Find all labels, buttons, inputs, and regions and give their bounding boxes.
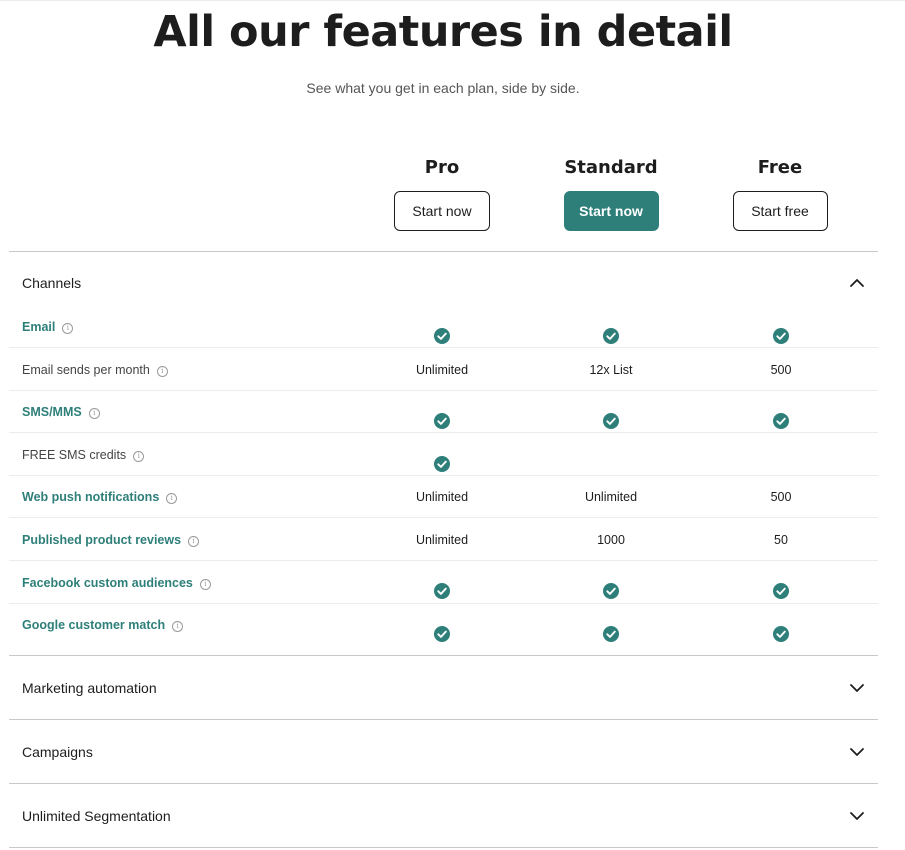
- section-title: Campaigns: [22, 744, 93, 760]
- section-title: Unlimited Segmentation: [22, 808, 171, 824]
- feature-value: Unlimited: [584, 490, 638, 505]
- feature-value: 500: [770, 490, 792, 505]
- divider: [9, 719, 878, 720]
- check-circle-icon: [773, 319, 789, 344]
- feature-name: FREE SMS credits i: [22, 447, 145, 463]
- divider: [9, 655, 878, 656]
- feature-row: Email i: [9, 306, 878, 348]
- feature-row: Email sends per month i Unlimited 12x List 5…: [9, 349, 878, 391]
- feature-row: Published product reviews i Unlimited 1000 5…: [9, 519, 878, 561]
- check-circle-icon: [434, 319, 450, 344]
- check-circle-icon: [603, 574, 619, 600]
- plan-column-free: Free Start free: [695, 156, 865, 231]
- feature-value: [357, 562, 527, 604]
- feature-label[interactable]: Facebook custom audiences: [22, 576, 193, 590]
- feature-row: Facebook custom audiences i: [9, 562, 878, 604]
- feature-label[interactable]: SMS/MMS: [22, 405, 82, 419]
- feature-value: [696, 562, 866, 604]
- check-circle-icon: [773, 404, 789, 429]
- divider: [9, 251, 878, 252]
- feature-value: Unlimited: [415, 362, 469, 377]
- feature-name: SMS/MMS i: [22, 404, 100, 420]
- info-icon[interactable]: i: [88, 408, 100, 420]
- feature-value: Unlimited: [415, 490, 469, 505]
- feature-label[interactable]: Google customer match: [22, 618, 165, 632]
- feature-label[interactable]: Web push notifications: [22, 490, 159, 504]
- feature-value: 1000: [597, 533, 625, 547]
- plan-name: Free: [757, 157, 803, 178]
- plan-column-standard: Standard Start now: [526, 156, 696, 231]
- section-header-unlimited-segmentation[interactable]: Unlimited Segmentation: [9, 796, 878, 836]
- feature-value: [357, 306, 527, 348]
- info-icon[interactable]: i: [188, 536, 200, 547]
- info-icon[interactable]: i: [156, 365, 168, 377]
- feature-name: Facebook custom audiences i: [22, 575, 211, 591]
- section-title: Channels: [22, 275, 82, 291]
- check-circle-icon: [434, 617, 450, 642]
- feature-value: [357, 391, 527, 433]
- feature-label: FREE SMS credits: [22, 447, 127, 462]
- check-circle-icon: [434, 404, 450, 429]
- check-circle-icon: [603, 319, 619, 344]
- check-circle-icon: [773, 574, 789, 600]
- feature-value: [696, 391, 866, 433]
- check-circle-icon: [434, 574, 450, 600]
- feature-value: 50: [774, 533, 788, 547]
- feature-value: [357, 604, 527, 646]
- feature-value: [357, 434, 527, 476]
- plan-name: Standard: [564, 157, 658, 178]
- feature-name: Email i: [22, 319, 74, 335]
- check-circle-icon: [773, 617, 789, 642]
- plan-name: Pro: [424, 157, 460, 178]
- feature-value: [526, 562, 696, 604]
- chevron-up-icon[interactable]: [849, 276, 865, 290]
- feature-value: [696, 604, 866, 646]
- feature-label: Email sends per month: [22, 362, 150, 377]
- feature-name: Web push notifications i: [22, 489, 178, 505]
- section-header-marketing-automation[interactable]: Marketing automation: [9, 668, 878, 708]
- feature-label[interactable]: Published product reviews: [22, 533, 181, 547]
- feature-value: [526, 604, 696, 646]
- feature-value: 12x List: [589, 362, 633, 377]
- feature-row: Web push notifications i Unlimited Unlimite…: [9, 476, 878, 519]
- chevron-down-icon[interactable]: [849, 681, 865, 695]
- start-now-button-pro[interactable]: Start now: [394, 191, 490, 231]
- feature-value: Unlimited: [415, 533, 469, 547]
- check-circle-icon: [603, 404, 619, 429]
- feature-name: Google customer match i: [22, 617, 184, 633]
- start-free-button[interactable]: Start free: [732, 191, 828, 231]
- check-circle-icon: [434, 447, 450, 472]
- top-border: [0, 0, 905, 1]
- divider: [9, 847, 878, 848]
- feature-value: [696, 434, 866, 476]
- info-icon[interactable]: i: [133, 450, 145, 462]
- feature-name: Email sends per month i: [22, 362, 168, 378]
- section-header-campaigns[interactable]: Campaigns: [9, 732, 878, 772]
- divider: [9, 783, 878, 784]
- plan-column-pro: Pro Start now: [357, 156, 527, 231]
- chevron-down-icon[interactable]: [849, 745, 865, 759]
- feature-value: [696, 306, 866, 348]
- feature-row: SMS/MMS i: [9, 391, 878, 434]
- check-circle-icon: [603, 617, 619, 642]
- info-icon[interactable]: i: [166, 493, 178, 505]
- feature-label[interactable]: Email: [22, 320, 55, 334]
- feature-name: Published product reviews i: [22, 532, 200, 548]
- page-subtitle: See what you get in each plan, side by s…: [306, 80, 580, 96]
- page-title: All our features in detail: [153, 7, 733, 57]
- info-icon[interactable]: i: [172, 621, 184, 633]
- chevron-down-icon[interactable]: [849, 809, 865, 823]
- feature-value: [526, 306, 696, 348]
- info-icon[interactable]: i: [199, 578, 211, 590]
- section-header-channels[interactable]: Channels: [9, 263, 878, 303]
- feature-row: FREE SMS credits i: [9, 434, 878, 476]
- feature-row: Google customer match i: [9, 604, 878, 646]
- info-icon[interactable]: i: [62, 323, 74, 334]
- section-title: Marketing automation: [22, 680, 157, 696]
- start-now-button-standard[interactable]: Start now: [563, 191, 659, 231]
- feature-value: [526, 391, 696, 433]
- feature-value: 500: [770, 362, 792, 377]
- feature-value: [526, 434, 696, 476]
